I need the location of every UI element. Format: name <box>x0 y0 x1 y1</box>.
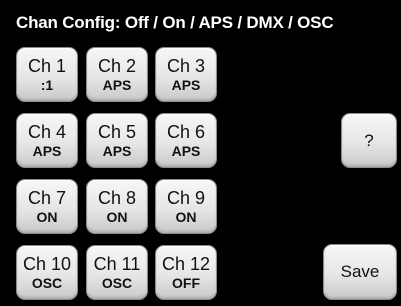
channel-1-button[interactable]: Ch 1 :1 <box>16 47 78 102</box>
channel-12-button[interactable]: Ch 12 OFF <box>155 245 217 300</box>
channel-label: Ch 2 <box>97 56 137 76</box>
channel-label: Ch 10 <box>22 254 72 274</box>
channel-label: Ch 3 <box>166 56 206 76</box>
channel-mode: APS <box>32 143 62 159</box>
channel-label: Ch 7 <box>27 188 67 208</box>
channel-2-button[interactable]: Ch 2 APS <box>86 47 148 102</box>
channel-label: Ch 9 <box>166 188 206 208</box>
channel-mode: APS <box>102 143 132 159</box>
channel-7-button[interactable]: Ch 7 ON <box>16 179 78 234</box>
channel-mode: :1 <box>40 77 54 93</box>
channel-label: Ch 1 <box>27 56 67 76</box>
channel-label: Ch 11 <box>93 254 141 274</box>
channel-mode: OFF <box>172 275 200 291</box>
channel-3-button[interactable]: Ch 3 APS <box>155 47 217 102</box>
channel-mode: OSC <box>31 275 63 291</box>
channel-mode: APS <box>171 143 201 159</box>
channel-9-button[interactable]: Ch 9 ON <box>155 179 217 234</box>
channel-5-button[interactable]: Ch 5 APS <box>86 113 148 168</box>
channel-label: Ch 12 <box>161 254 211 274</box>
channel-4-button[interactable]: Ch 4 APS <box>16 113 78 168</box>
channel-10-button[interactable]: Ch 10 OSC <box>16 245 78 300</box>
channel-label: Ch 5 <box>97 122 137 142</box>
channel-mode: ON <box>106 209 128 225</box>
page-title: Chan Config: Off / On / APS / DMX / OSC <box>16 13 334 32</box>
channel-label: Ch 8 <box>97 188 137 208</box>
channel-mode: ON <box>36 209 58 225</box>
save-button[interactable]: Save <box>323 244 397 300</box>
channel-8-button[interactable]: Ch 8 ON <box>86 179 148 234</box>
channel-11-button[interactable]: Ch 11 OSC <box>86 245 148 300</box>
help-button[interactable]: ? <box>341 113 397 168</box>
channel-mode: APS <box>171 77 201 93</box>
channel-label: Ch 4 <box>27 122 67 142</box>
channel-mode: APS <box>102 77 132 93</box>
channel-mode: OSC <box>101 275 133 291</box>
channel-label: Ch 6 <box>166 122 206 142</box>
channel-mode: ON <box>175 209 197 225</box>
channel-6-button[interactable]: Ch 6 APS <box>155 113 217 168</box>
